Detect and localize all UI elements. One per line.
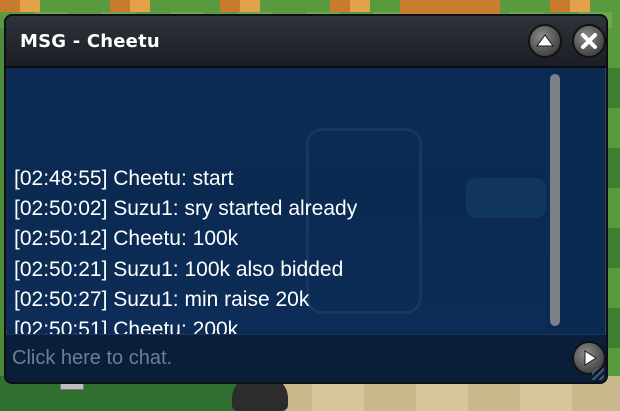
chat-title-bar[interactable]: MSG - Cheetu <box>6 16 606 68</box>
message-line: [02:50:02] Suzu1: sry started already <box>14 197 358 221</box>
chat-window: MSG - Cheetu [02:48:55] Cheetu: start [0… <box>4 14 608 384</box>
message-line: [02:50:21] Suzu1: 100k also bidded <box>14 257 344 281</box>
close-button[interactable] <box>572 24 606 58</box>
chevron-up-icon <box>536 34 554 47</box>
chat-title: MSG - Cheetu <box>20 31 160 52</box>
play-arrow-icon <box>584 350 597 366</box>
message-line: [02:50:12] Cheetu: 100k <box>14 227 239 251</box>
message-area: [02:48:55] Cheetu: start [02:50:02] Suzu… <box>6 68 546 341</box>
scroll-to-top-button[interactable] <box>528 24 562 58</box>
scrollbar-thumb[interactable] <box>550 74 560 326</box>
message-line: [02:48:55] Cheetu: start <box>14 167 234 190</box>
chat-input-row <box>6 334 606 382</box>
map-tiles-right <box>606 28 620 376</box>
message-list: [02:48:55] Cheetu: start [02:50:02] Suzu… <box>14 164 544 345</box>
close-icon <box>581 33 597 49</box>
chat-input[interactable] <box>12 343 562 373</box>
message-line: [02:50:27] Suzu1: min raise 20k <box>14 287 310 311</box>
resize-handle[interactable] <box>592 368 604 380</box>
